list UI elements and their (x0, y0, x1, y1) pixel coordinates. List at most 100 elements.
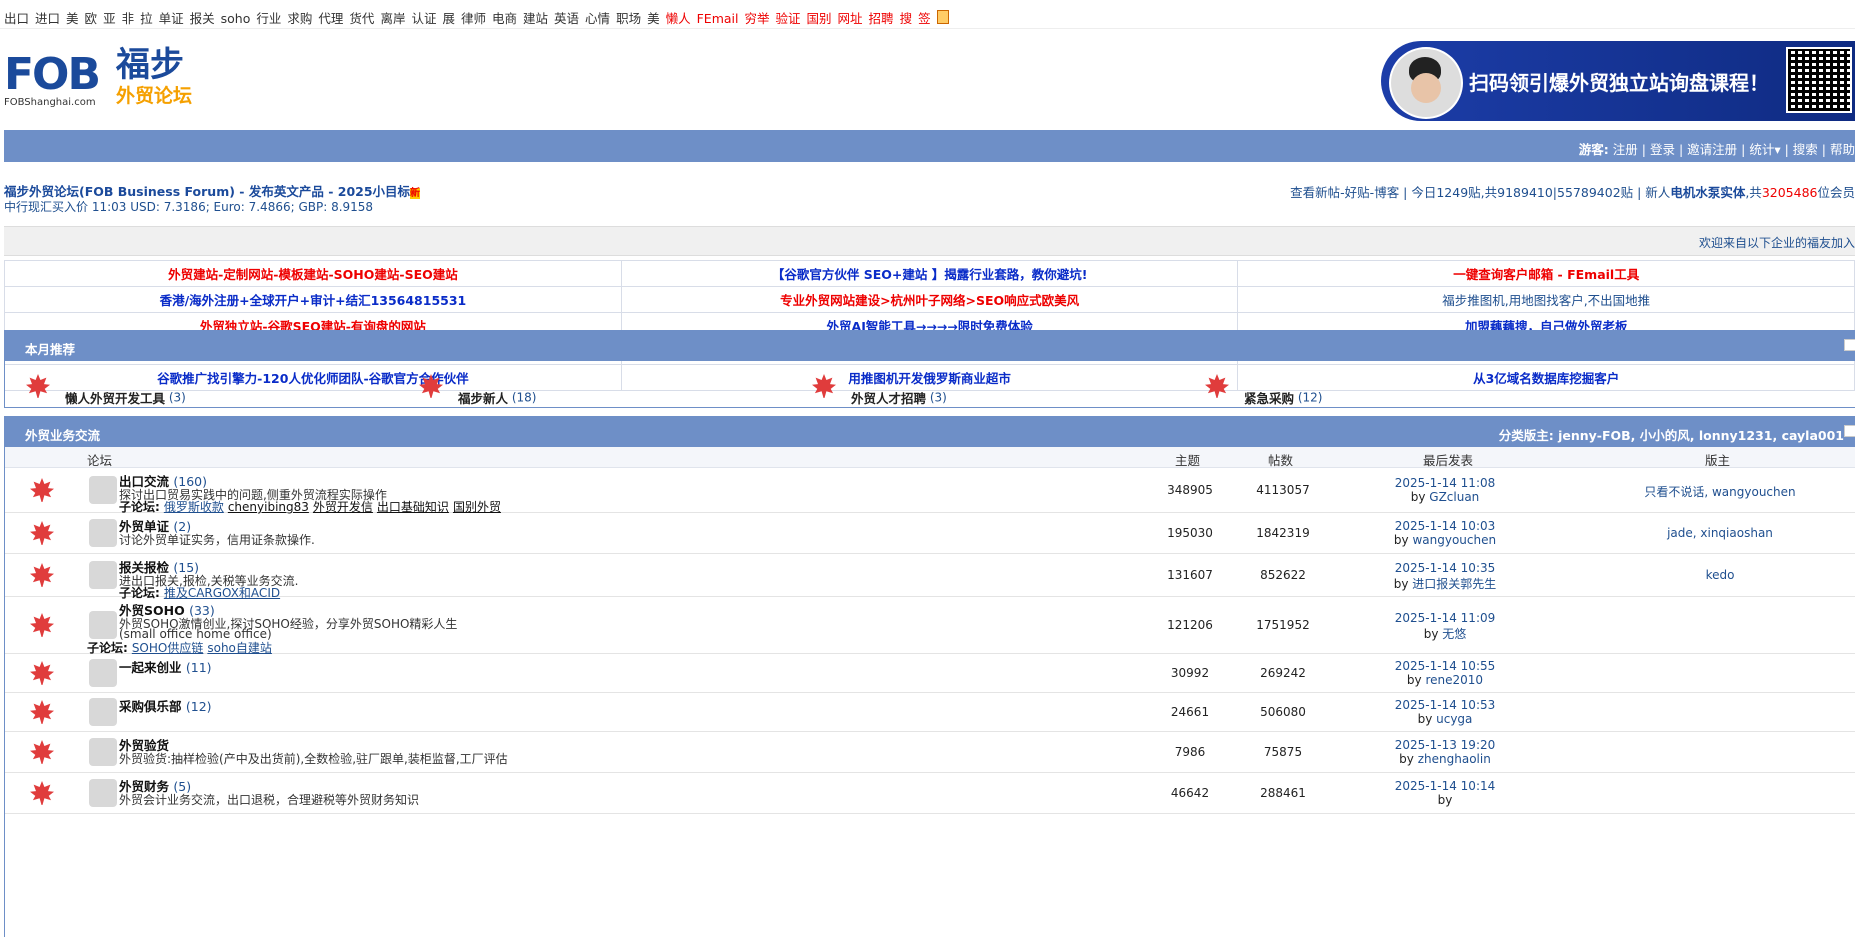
topnav-link[interactable]: 律师 (461, 11, 486, 26)
topnav-link[interactable]: 心情 (585, 11, 610, 26)
topnav-link[interactable]: 进口 (35, 11, 60, 26)
recommend-name[interactable]: 紧急采购 (1244, 391, 1294, 406)
forum-home-link[interactable]: 福步外贸论坛(FOB Business Forum) (4, 184, 235, 199)
topnav-link[interactable]: 认证 (411, 11, 436, 26)
last-post-date[interactable]: 2025-1-14 10:35 (1395, 561, 1496, 575)
recommend-name[interactable]: 外贸人才招聘 (851, 391, 926, 406)
topnav-link[interactable]: FEmail (697, 11, 739, 26)
topnav-link[interactable]: 英语 (554, 11, 579, 26)
ad-link[interactable]: 外贸建站-定制网站-模板建站-SOHO建站-SEO建站 (168, 267, 458, 282)
topnav-link[interactable]: 美 (66, 11, 79, 26)
topnav-link[interactable]: 懒人 (666, 11, 691, 26)
topnav-link[interactable]: 离岸 (380, 11, 405, 26)
subforum-link[interactable]: 外贸开发信 (313, 500, 373, 514)
last-post-date[interactable]: 2025-1-13 19:20 (1395, 738, 1496, 752)
collapse-icon[interactable] (1844, 425, 1855, 437)
post-count: 1751952 (1256, 618, 1310, 632)
last-post-date[interactable]: 2025-1-14 10:14 (1395, 779, 1496, 793)
last-post-date[interactable]: 2025-1-14 10:53 (1395, 698, 1496, 712)
topnav-link[interactable]: 穷举 (744, 11, 769, 26)
topnav-link[interactable]: 拉 (140, 11, 153, 26)
topnav-link[interactable]: 欧 (85, 11, 98, 26)
last-post-user[interactable]: rene2010 (1425, 673, 1483, 687)
newest-member-link[interactable]: 电机水泵实体 (1670, 185, 1745, 200)
subforum-link[interactable]: soho自建站 (207, 641, 272, 655)
recommend-item[interactable]: 懒人外贸开发工具 (3) (23, 371, 186, 407)
topnav-link[interactable]: 亚 (103, 11, 116, 26)
ad-cell: 福步推图机,用地图找客户,不出国地推 (1237, 286, 1855, 313)
recommend-item[interactable]: 福步新人 (18) (416, 371, 536, 407)
forum-moderators[interactable]: 只看不说话, wangyouchen (1575, 483, 1855, 500)
last-post-date[interactable]: 2025-1-14 11:09 (1395, 611, 1496, 625)
ad-link[interactable]: 一键查询客户邮箱 - FEmail工具 (1453, 267, 1639, 282)
last-post-user[interactable]: wangyouchen (1412, 533, 1496, 547)
subforum-link[interactable]: SOHO供应链 (132, 641, 204, 655)
topnav-link[interactable]: 展 (442, 11, 455, 26)
topnav-link[interactable]: 求购 (287, 11, 312, 26)
subforum-link[interactable]: 出口基础知识 (377, 500, 449, 514)
topnav-link[interactable]: 验证 (776, 11, 801, 26)
stats-text[interactable]: 查看新帖-好贴-博客 | 今日1249贴,共9189410|55789402贴 … (1290, 185, 1670, 200)
site-logo[interactable]: FOB FOBShanghai.com 福步 外贸论坛 (4, 35, 204, 115)
recommend-item[interactable]: 紧急采购 (12) (1202, 371, 1322, 407)
topnav-link[interactable]: 招聘 (869, 11, 894, 26)
recommend-name[interactable]: 福步新人 (458, 391, 508, 406)
topnav-link[interactable]: 国别 (807, 11, 832, 26)
post-product-link[interactable]: 发布英文产品 - 2025小目标 (249, 184, 410, 199)
topic-count: 131607 (1167, 568, 1213, 582)
category-title[interactable]: 外贸业务交流 (25, 425, 100, 444)
ad-link[interactable]: 专业外贸网站建设>杭州叶子网络>SEO响应式欧美风 (780, 293, 1079, 308)
last-post-user[interactable]: zhenghaolin (1418, 752, 1491, 766)
subforum-link[interactable]: 国别外贸 (453, 500, 501, 514)
recommend-name[interactable]: 懒人外贸开发工具 (65, 391, 165, 406)
login-link[interactable]: 登录 (1650, 142, 1675, 157)
stats-link[interactable]: 统计 (1749, 142, 1774, 157)
topnav-link[interactable]: 搜 (900, 11, 913, 26)
guest-label: 游客: (1578, 142, 1609, 157)
ad-link[interactable]: 香港/海外注册+全球开户+审计+结汇13564815531 (160, 293, 467, 308)
topnav-link[interactable]: 行业 (256, 11, 281, 26)
last-post-user[interactable]: 进口报关郭先生 (1412, 577, 1496, 591)
ad-link[interactable]: 【谷歌官方伙伴 SEO+建站 】揭露行业套路，教你避坑! (772, 267, 1088, 282)
help-link[interactable]: 帮助 (1830, 142, 1855, 157)
forum-name[interactable]: 采购俱乐部 (12) (119, 696, 212, 715)
forum-desc: 讨论外贸单证实务，信用证条款操作. (119, 533, 315, 547)
last-post-date[interactable]: 2025-1-14 11:08 (1395, 476, 1496, 490)
collapse-icon[interactable] (1844, 339, 1855, 351)
subforum-link[interactable]: chenyibing83 (228, 500, 309, 514)
topnav-link[interactable]: 美 (647, 11, 660, 26)
topnav-link[interactable]: 非 (122, 11, 135, 26)
topnav-link[interactable]: 建站 (523, 11, 548, 26)
forum-name[interactable]: 一起来创业 (11) (119, 657, 212, 676)
forum-moderators[interactable]: jade, xinqiaoshan (1575, 526, 1855, 540)
calculator-icon[interactable] (936, 10, 949, 24)
topnav-link[interactable]: 网址 (838, 11, 863, 26)
topic-count: 30992 (1170, 666, 1210, 680)
recommend-item[interactable]: 外贸人才招聘 (3) (809, 371, 947, 407)
invite-register-link[interactable]: 邀请注册 (1687, 142, 1737, 157)
subforum-link[interactable]: 俄罗斯收款 (164, 500, 224, 514)
register-link[interactable]: 注册 (1613, 142, 1638, 157)
topnav-link[interactable]: 货代 (349, 11, 374, 26)
topnav-link[interactable]: 单证 (159, 11, 184, 26)
topnav-link[interactable]: soho (221, 11, 251, 26)
topnav-link[interactable]: 代理 (318, 11, 343, 26)
topnav-link[interactable]: 电商 (492, 11, 517, 26)
topnav-link[interactable]: 报关 (190, 11, 215, 26)
forum-moderators[interactable]: kedo (1575, 568, 1855, 582)
search-link[interactable]: 搜索 (1793, 142, 1818, 157)
welcome-text[interactable]: 欢迎来自以下企业的福友加入 (1699, 234, 1855, 251)
forum-icon (89, 611, 117, 639)
ad-link[interactable]: 福步推图机,用地图找客户,不出国地推 (1442, 293, 1650, 308)
last-post-user[interactable]: 无悠 (1442, 627, 1466, 641)
last-post: 2025-1-13 19:20 by zhenghaolin (1394, 738, 1496, 766)
course-banner-ad[interactable]: 扫码领引爆外贸独立站询盘课程！ (1381, 41, 1855, 121)
topnav-link[interactable]: 职场 (616, 11, 641, 26)
last-post-date[interactable]: 2025-1-14 10:55 (1395, 659, 1496, 673)
topnav-link[interactable]: 签 (918, 11, 931, 26)
topnav-link[interactable]: 出口 (4, 11, 29, 26)
last-post-user[interactable]: GZcluan (1429, 490, 1479, 504)
last-post-date[interactable]: 2025-1-14 10:03 (1395, 519, 1496, 533)
last-post-user[interactable]: ucyga (1436, 712, 1472, 726)
topic-count: 46642 (1170, 786, 1210, 800)
